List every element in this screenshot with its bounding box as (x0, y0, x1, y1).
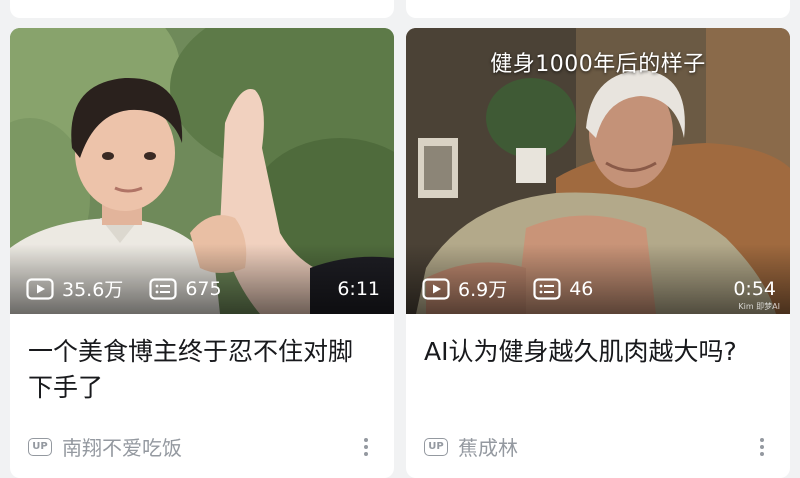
video-stats: 6.9万 46 0:54 (422, 275, 776, 302)
play-count-icon (26, 277, 54, 300)
comment-count: 46 (533, 278, 593, 300)
more-options-icon[interactable] (752, 434, 772, 460)
previous-card-right[interactable] (406, 0, 790, 18)
more-options-icon[interactable] (356, 434, 376, 460)
author-row[interactable]: UP 蕉成林 (424, 432, 772, 461)
comment-count: 675 (149, 277, 222, 300)
up-badge: UP (424, 437, 448, 456)
video-title[interactable]: AI认为健身越久肌肉越大吗? (424, 334, 770, 406)
author-name[interactable]: 南翔不爱吃饭 (62, 432, 182, 461)
up-badge: UP (28, 437, 52, 456)
video-card[interactable]: 35.6万 675 6:11 一个美食博主终于忍不住对脚下手了 UP 南翔不爱吃… (10, 28, 394, 478)
comment-count-label: 675 (185, 277, 222, 300)
comment-count-label: 46 (569, 277, 594, 300)
watermark: Kim 即梦AI (738, 302, 780, 311)
video-thumbnail[interactable]: 35.6万 675 6:11 (10, 28, 394, 314)
video-stats: 35.6万 675 6:11 (26, 275, 380, 302)
author-name[interactable]: 蕉成林 (458, 432, 518, 461)
comment-count-icon (149, 277, 177, 300)
video-duration: 6:11 (337, 277, 380, 300)
view-count: 6.9万 (422, 275, 507, 302)
thumbnail-caption: 健身1000年后的样子 (490, 52, 706, 77)
video-title[interactable]: 一个美食博主终于忍不住对脚下手了 (28, 334, 374, 406)
view-count: 35.6万 (26, 275, 123, 302)
comment-count-icon (533, 277, 561, 300)
video-card[interactable]: 健身1000年后的样子 6.9万 46 0:54 Kim 即梦AI AI认为健身 (406, 28, 790, 478)
play-count-icon (422, 277, 450, 300)
view-count-label: 35.6万 (62, 279, 124, 301)
video-thumbnail[interactable]: 健身1000年后的样子 6.9万 46 0:54 Kim 即梦AI (406, 28, 790, 314)
view-count-label: 6.9万 (458, 279, 508, 301)
author-row[interactable]: UP 南翔不爱吃饭 (28, 432, 376, 461)
previous-card-left[interactable] (10, 0, 394, 18)
video-duration: 0:54 (733, 277, 776, 300)
